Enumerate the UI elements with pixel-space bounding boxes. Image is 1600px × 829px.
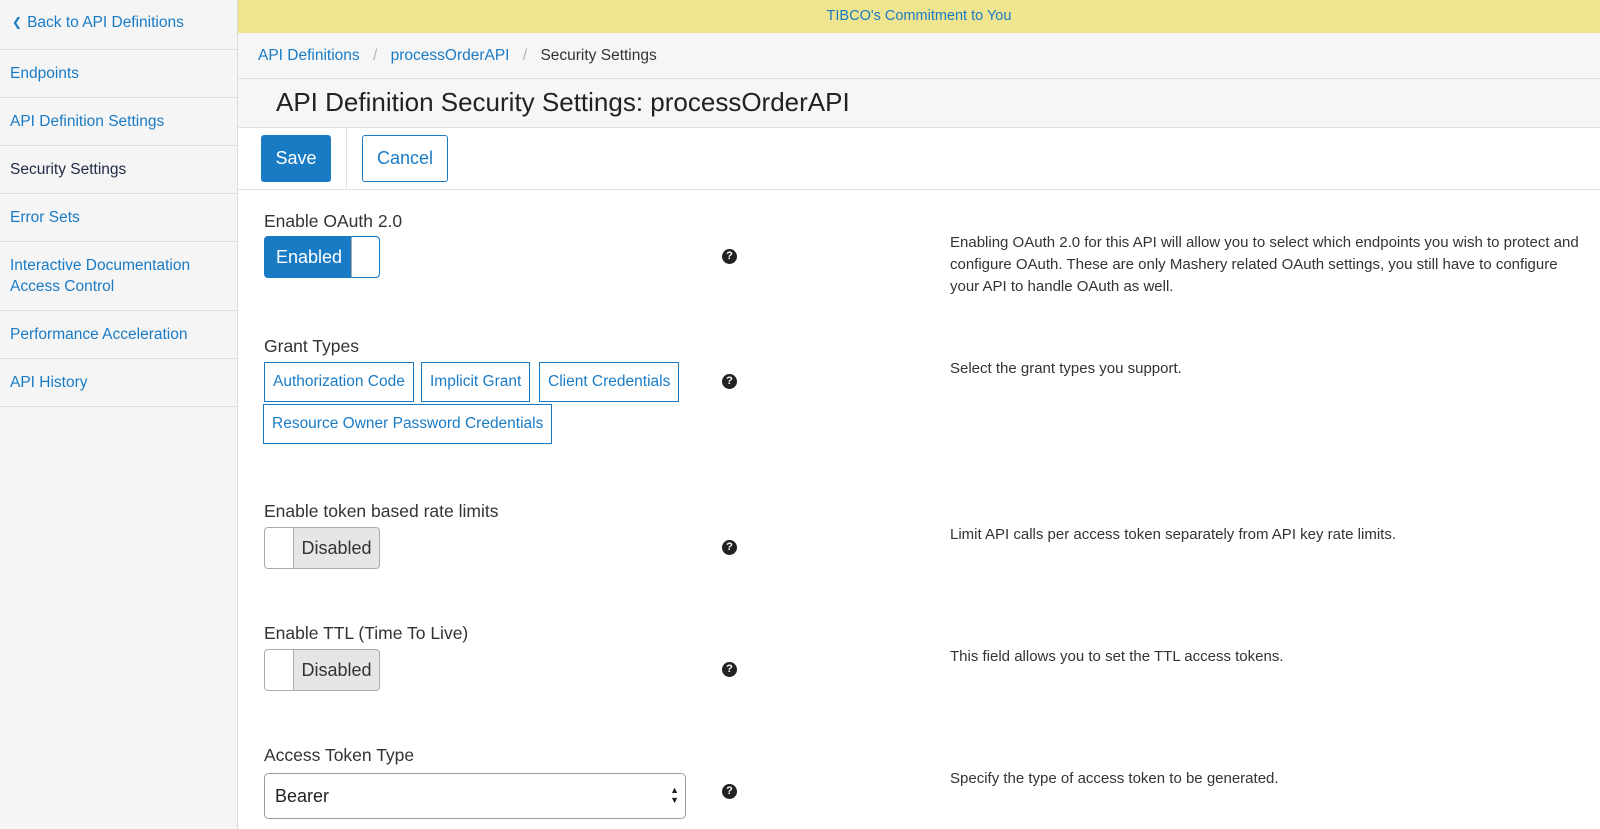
question-circle-icon[interactable]: ? xyxy=(722,249,737,264)
cancel-button[interactable]: Cancel xyxy=(362,135,448,182)
grant-client-credentials[interactable]: Client Credentials xyxy=(539,362,680,402)
question-circle-icon[interactable]: ? xyxy=(722,374,737,389)
breadcrumb: API Definitions / processOrderAPI / Secu… xyxy=(238,33,1600,79)
ttl-description: This field allows you to set the TTL acc… xyxy=(950,648,1284,665)
action-toolbar: Save Cancel xyxy=(238,128,1600,190)
toggle-knob xyxy=(351,237,379,277)
breadcrumb-process-order-api[interactable]: processOrderAPI xyxy=(391,47,510,64)
question-circle-icon[interactable]: ? xyxy=(722,784,737,799)
token-rate-limits-description: Limit API calls per access token separat… xyxy=(950,526,1397,543)
toggle-knob xyxy=(265,650,294,690)
access-token-type-value: Bearer xyxy=(275,786,330,806)
ttl-toggle[interactable]: Disabled xyxy=(264,649,380,691)
toggle-knob xyxy=(265,528,294,568)
grant-types-description: Select the grant types you support. xyxy=(950,360,1182,377)
token-rate-limits-toggle-label: Disabled xyxy=(301,538,372,558)
token-rate-limits-toggle[interactable]: Disabled xyxy=(264,527,380,569)
oauth-description: Enabling OAuth 2.0 for this API will all… xyxy=(950,234,1579,295)
ttl-label: Enable TTL (Time To Live) xyxy=(264,623,469,643)
commitment-banner[interactable]: TIBCO's Commitment to You xyxy=(238,0,1600,33)
sidebar: ❮ Back to API Definitions Endpoints API D… xyxy=(0,0,238,829)
question-circle-icon[interactable]: ? xyxy=(722,540,737,555)
sidebar-item-performance-acceleration[interactable]: Performance Acceleration xyxy=(0,311,237,359)
title-bar: API Definition Security Settings: proces… xyxy=(238,79,1600,128)
grant-types-label: Grant Types xyxy=(264,336,360,356)
save-button[interactable]: Save xyxy=(261,135,331,182)
token-rate-limits-label: Enable token based rate limits xyxy=(264,501,499,521)
sidebar-item-api-definition-settings[interactable]: API Definition Settings xyxy=(0,98,237,146)
chevron-left-icon: ❮ xyxy=(12,15,23,29)
access-token-type-label: Access Token Type xyxy=(264,745,415,765)
sidebar-item-endpoints[interactable]: Endpoints xyxy=(0,50,237,98)
breadcrumb-current: Security Settings xyxy=(540,47,657,64)
ttl-toggle-label: Disabled xyxy=(301,660,372,680)
oauth-toggle[interactable]: Enabled xyxy=(264,236,380,278)
oauth-label: Enable OAuth 2.0 xyxy=(264,211,403,231)
access-token-type-description: Specify the type of access token to be g… xyxy=(950,770,1279,787)
breadcrumb-api-definitions[interactable]: API Definitions xyxy=(258,47,360,64)
grant-resource-owner-password-credentials[interactable]: Resource Owner Password Credentials xyxy=(263,404,553,444)
select-arrows-icon: ▲ ▼ xyxy=(670,785,679,805)
breadcrumb-separator: / xyxy=(522,47,528,64)
access-token-type-select[interactable]: Bearer ▲ ▼ xyxy=(264,773,686,819)
question-circle-icon[interactable]: ? xyxy=(722,662,737,677)
banner-link[interactable]: TIBCO's Commitment to You xyxy=(827,8,1012,24)
page-title: API Definition Security Settings: proces… xyxy=(276,87,850,117)
sidebar-item-security-settings[interactable]: Security Settings xyxy=(0,146,237,194)
toolbar-divider xyxy=(346,128,347,189)
back-to-api-definitions-link[interactable]: ❮ Back to API Definitions xyxy=(0,0,237,50)
sidebar-item-api-history[interactable]: API History xyxy=(0,359,237,407)
breadcrumb-separator: / xyxy=(372,47,378,64)
grant-implicit-grant[interactable]: Implicit Grant xyxy=(421,362,531,402)
grant-authorization-code[interactable]: Authorization Code xyxy=(264,362,414,402)
back-link-label: Back to API Definitions xyxy=(27,14,184,31)
sidebar-item-interactive-documentation-access-control[interactable]: Interactive Documentation Access Control xyxy=(0,242,237,311)
sidebar-item-error-sets[interactable]: Error Sets xyxy=(0,194,237,242)
oauth-toggle-label: Enabled xyxy=(275,247,343,267)
